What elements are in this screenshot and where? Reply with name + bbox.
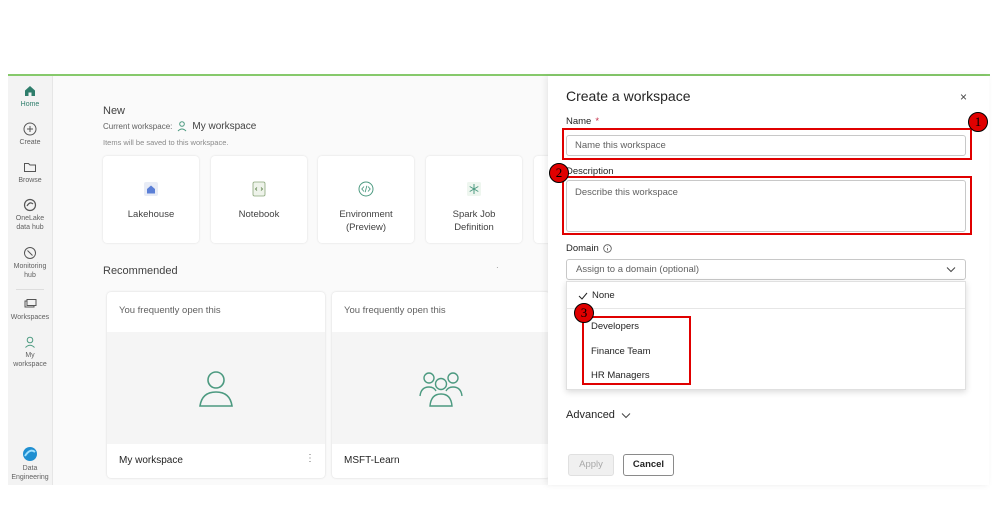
notebook-icon — [252, 181, 266, 197]
domain-placeholder: Assign to a domain (optional) — [576, 264, 700, 275]
nav-create-label: Create — [19, 139, 41, 146]
new-item-card-environment[interactable]: Environment (Preview) — [318, 156, 414, 243]
current-workspace-line: Current workspace: My workspace — [103, 120, 256, 132]
card-label: Environment — [339, 209, 393, 220]
current-workspace-label: Current workspace: — [103, 121, 173, 131]
nav-onelake-label-2: data hub — [16, 224, 44, 231]
person-icon — [25, 336, 35, 348]
recommended-title: Recommended — [103, 265, 178, 277]
annotation-number-1: 1 — [968, 112, 988, 132]
recommended-card-my-workspace[interactable]: You frequently open this My workspace ⋮ — [107, 292, 325, 478]
experience-label-1: Data — [22, 465, 38, 472]
checkmark-icon — [578, 292, 588, 300]
cancel-button[interactable]: Cancel — [623, 454, 674, 476]
card-label: Notebook — [238, 209, 280, 220]
experience-label-2: Engineering — [11, 474, 49, 481]
nav-onelake-label-1: OneLake — [15, 215, 45, 222]
card-label-2: (Preview) — [345, 222, 387, 233]
recommended-name: My workspace — [119, 455, 183, 466]
home-content: New Current workspace: My workspace Item… — [53, 76, 554, 485]
domain-select[interactable]: Assign to a domain (optional) — [566, 259, 966, 280]
home-icon — [25, 86, 35, 96]
recommended-art — [332, 332, 550, 444]
recommended-caption: You frequently open this — [344, 305, 446, 316]
nav-home[interactable]: Home — [8, 84, 52, 109]
items-saved-note: Items will be saved to this workspace. — [103, 138, 229, 147]
current-workspace[interactable]: My workspace — [176, 120, 256, 132]
required-marker: * — [595, 116, 600, 127]
nav-monitoring[interactable]: Monitoring hub — [8, 246, 52, 280]
annotation-number-2: 2 — [549, 163, 569, 183]
folder-icon — [24, 163, 36, 172]
name-label-row: Name * — [566, 116, 599, 127]
new-section-title: New — [103, 105, 126, 117]
left-nav-rail: Home Create Browse OneLake data hub Moni… — [8, 76, 53, 485]
nav-monitoring-label-2: hub — [24, 272, 36, 279]
domain-option-label: None — [592, 290, 615, 301]
nav-create[interactable]: Create — [8, 122, 52, 147]
annotation-box-description — [562, 176, 972, 235]
recommended-card-msft-learn[interactable]: You frequently open this MSFT-Learn — [332, 292, 550, 478]
chevron-down-icon — [621, 412, 631, 418]
nav-browse[interactable]: Browse — [8, 160, 52, 185]
new-item-card-spark-job[interactable]: Spark Job Definition — [426, 156, 522, 243]
info-icon[interactable] — [603, 244, 612, 253]
annotation-box-name — [562, 128, 972, 160]
more-options-icon[interactable]: ⋮ — [305, 453, 315, 464]
chevron-down-icon — [946, 267, 956, 273]
plus-circle-icon — [23, 122, 37, 136]
card-label: Spark Job — [452, 209, 496, 220]
domain-label-row: Domain — [566, 243, 612, 254]
domain-label: Domain — [566, 243, 599, 254]
close-icon[interactable]: × — [960, 90, 967, 104]
rail-divider — [16, 289, 44, 290]
people-group-icon — [419, 372, 463, 407]
data-engineering-icon — [23, 447, 37, 461]
new-item-card-lakehouse[interactable]: Lakehouse — [103, 156, 199, 243]
workspaces-icon — [24, 299, 37, 308]
stray-dot: · — [496, 263, 499, 272]
person-icon — [199, 371, 233, 407]
experience-switcher[interactable]: Data Engineering — [8, 446, 52, 482]
nav-home-label: Home — [20, 101, 40, 108]
annotation-number-3: 3 — [574, 303, 594, 323]
card-label-2: Definition — [454, 222, 494, 233]
apply-button[interactable]: Apply — [568, 454, 614, 476]
nav-my-workspace[interactable]: My workspace — [8, 335, 52, 369]
monitoring-icon — [24, 247, 36, 259]
card-label: Lakehouse — [127, 209, 175, 220]
advanced-toggle[interactable]: Advanced — [566, 409, 631, 421]
new-item-card-notebook[interactable]: Notebook — [211, 156, 307, 243]
spark-job-icon — [467, 182, 481, 196]
annotation-box-domains — [582, 316, 691, 385]
environment-icon — [358, 181, 374, 197]
nav-workspaces[interactable]: Workspaces — [8, 297, 52, 322]
nav-browse-label: Browse — [18, 177, 42, 184]
recommended-art — [107, 332, 325, 444]
recommended-name: MSFT-Learn — [344, 455, 400, 466]
advanced-label: Advanced — [566, 409, 615, 421]
nav-workspaces-label: Workspaces — [10, 314, 50, 321]
nav-onelake[interactable]: OneLake data hub — [8, 198, 52, 232]
recommended-caption: You frequently open this — [119, 305, 221, 316]
name-label: Name — [566, 116, 592, 127]
dropdown-divider — [567, 308, 965, 309]
domain-option-none[interactable]: None — [578, 290, 976, 301]
nav-monitoring-label-1: Monitoring — [13, 263, 47, 270]
lakehouse-icon — [144, 182, 158, 196]
nav-my-workspace-label-2: workspace — [13, 361, 47, 368]
onelake-icon — [23, 198, 37, 212]
nav-my-workspace-label-1: My — [25, 352, 35, 359]
panel-title: Create a workspace — [566, 88, 691, 104]
person-icon — [178, 121, 187, 132]
current-workspace-name: My workspace — [192, 120, 257, 132]
